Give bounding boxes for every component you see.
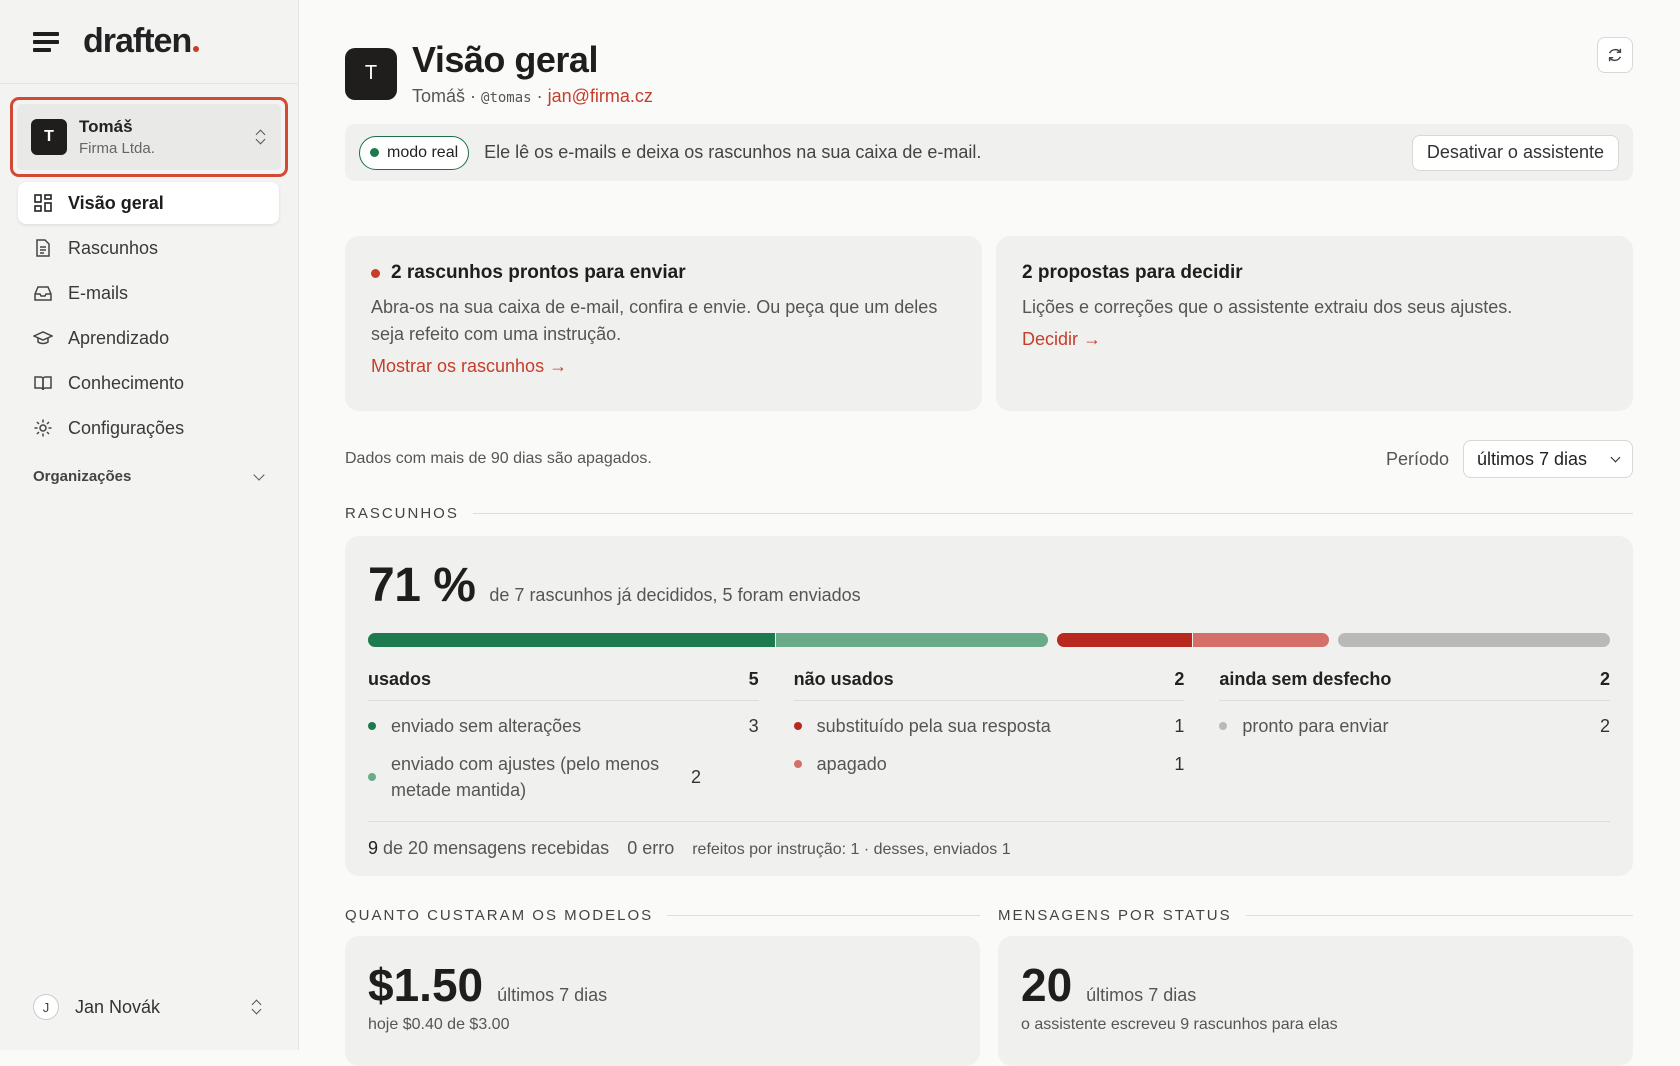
sidebar: draften T Tomáš Firma Ltda. Visão geral … <box>0 0 299 1050</box>
group-unused: não usados 2 substituído pela sua respost… <box>793 669 1185 803</box>
period-label: Período <box>1385 448 1449 469</box>
decide-link[interactable]: Decidir → <box>1022 329 1607 350</box>
sidebar-item-conhecimento[interactable]: Conhecimento <box>18 362 279 404</box>
cost-period: últimos 7 dias <box>497 985 608 1005</box>
page-subtitle: Tomáš · @tomas · jan@firma.cz <box>412 86 653 106</box>
card-body: Lições e correções que o assistente extr… <box>1022 297 1513 317</box>
refresh-icon <box>1608 48 1622 62</box>
gear-icon <box>34 419 52 437</box>
logo: draften <box>83 22 200 61</box>
card-title: 2 propostas para decidir <box>1022 262 1243 283</box>
list-item: apagado 1 <box>793 751 1184 777</box>
show-drafts-link[interactable]: Mostrar os rascunhos → <box>371 356 956 377</box>
chevron-down-icon <box>1610 452 1621 462</box>
messages-value: 20 <box>1021 959 1073 1011</box>
cost-today: hoje $0.40 de $3.00 <box>368 1016 510 1033</box>
drafts-stats-card: 71 % de 7 rascunhos já decididos, 5 fora… <box>345 536 1633 876</box>
cost-card: $1.50 últimos 7 dias hoje $0.40 de $3.00 <box>345 936 980 1066</box>
list-item: substituído pela sua resposta 1 <box>793 713 1184 739</box>
bar-segment <box>1193 633 1329 647</box>
disable-assistant-button[interactable]: Desativar o assistente <box>1411 134 1619 171</box>
inbox-icon <box>34 286 52 301</box>
bar-segment <box>1338 633 1610 647</box>
redone-count: refeitos por instrução: 1 · desses, envi… <box>692 841 1011 858</box>
avatar: T <box>345 47 397 100</box>
error-count: 0 erro <box>627 838 675 858</box>
workspace-name: Tomáš <box>79 117 133 136</box>
sidebar-nav: Visão geral Rascunhos E-mails Aprendizad… <box>18 182 279 452</box>
card-body: Abra-os na sua caixa de e-mail, confira … <box>371 297 938 344</box>
sidebar-item-visao-geral[interactable]: Visão geral <box>18 182 279 224</box>
period-select[interactable]: últimos 7 dias <box>1463 440 1633 478</box>
section-heading-drafts: RASCUNHOS <box>345 505 1633 522</box>
workspace-switcher[interactable]: T Tomáš Firma Ltda. <box>10 97 288 177</box>
list-item: pronto para enviar 2 <box>1219 713 1610 739</box>
messages-sub: o assistente escreveu 9 rascunhos para e… <box>1021 1016 1338 1033</box>
sidebar-item-configuracoes[interactable]: Configurações <box>18 407 279 449</box>
refresh-button[interactable] <box>1597 37 1633 73</box>
sidebar-item-rascunhos[interactable]: Rascunhos <box>18 227 279 269</box>
menu-icon[interactable] <box>33 31 59 52</box>
group-pending: ainda sem desfecho 2 pronto para enviar 2 <box>1219 669 1611 803</box>
cost-value: $1.50 <box>368 959 484 1011</box>
sidebar-item-label: Conhecimento <box>68 372 185 393</box>
workspace-avatar: T <box>31 119 67 155</box>
chevron-updown-icon <box>251 998 263 1016</box>
retention-note: Dados com mais de 90 dias são apagados. <box>345 450 652 467</box>
sidebar-item-aprendizado[interactable]: Aprendizado <box>18 317 279 359</box>
mode-badge: modo real <box>359 135 470 170</box>
messages-card: 20 últimos 7 dias o assistente escreveu … <box>998 936 1633 1066</box>
chevron-updown-icon <box>255 128 267 146</box>
bar-segment <box>776 633 1048 647</box>
brand-bar: draften <box>0 0 298 84</box>
mode-banner: modo real Ele lê os e-mails e deixa os r… <box>345 124 1633 181</box>
organizations-toggle[interactable]: Organizações <box>33 468 265 485</box>
user-menu[interactable]: J Jan Novák <box>33 994 263 1020</box>
filter-row: Dados com mais de 90 dias são apagados. … <box>345 440 1633 478</box>
received-count: 9 de 20 mensagens recebidas <box>368 838 610 858</box>
drafts-ready-card: 2 rascunhos prontos para enviar Abra-os … <box>345 236 982 411</box>
avatar: J <box>33 994 59 1020</box>
card-title: 2 rascunhos prontos para enviar <box>371 262 956 284</box>
sidebar-item-label: Configurações <box>68 417 185 438</box>
alert-dot <box>371 268 380 278</box>
list-item: enviado com ajustes (pelo menos metade m… <box>368 751 759 803</box>
group-used: usados 5 enviado sem alterações 3 enviado … <box>368 669 759 803</box>
user-email[interactable]: jan@firma.cz <box>548 86 653 106</box>
chevron-down-icon <box>253 468 265 481</box>
sidebar-item-label: Aprendizado <box>68 327 170 348</box>
organizations-label: Organizações <box>33 468 132 485</box>
section-heading-cost: QUANTO CUSTARAM OS MODELOS <box>345 907 980 924</box>
list-item: enviado sem alterações 3 <box>368 713 759 739</box>
section-heading-messages: MENSAGENS POR STATUS <box>998 907 1633 924</box>
user-handle: @tomas <box>481 90 532 106</box>
proposals-card: 2 propostas para decidir Lições e correç… <box>996 236 1633 411</box>
grid-icon <box>34 194 52 212</box>
messages-period: últimos 7 dias <box>1086 985 1197 1005</box>
page-title: Visão geral <box>412 39 598 80</box>
graduation-cap-icon <box>33 331 53 345</box>
user-name: Tomáš <box>412 86 466 106</box>
user-name: Jan Novák <box>75 996 161 1017</box>
decided-percent-label: de 7 rascunhos já decididos, 5 foram env… <box>489 585 861 605</box>
sidebar-item-label: E-mails <box>68 282 129 303</box>
drafts-footer: 9 de 20 mensagens recebidas 0 erro refei… <box>368 821 1610 859</box>
workspace-org: Firma Ltda. <box>79 140 155 157</box>
bar-segment <box>368 633 775 647</box>
bar-segment <box>1057 633 1192 647</box>
page-header: T Visão geral Tomáš · @tomas · jan@firma… <box>345 40 653 107</box>
book-icon <box>34 376 52 391</box>
sidebar-item-emails[interactable]: E-mails <box>18 272 279 314</box>
decided-percent: 71 % <box>368 559 476 612</box>
drafts-outcome-bar <box>368 633 1610 647</box>
document-icon <box>36 239 50 257</box>
banner-message: Ele lê os e-mails e deixa os rascunhos n… <box>484 142 982 162</box>
sidebar-item-label: Visão geral <box>68 192 164 213</box>
status-dot <box>370 148 379 157</box>
sidebar-item-label: Rascunhos <box>68 237 159 258</box>
